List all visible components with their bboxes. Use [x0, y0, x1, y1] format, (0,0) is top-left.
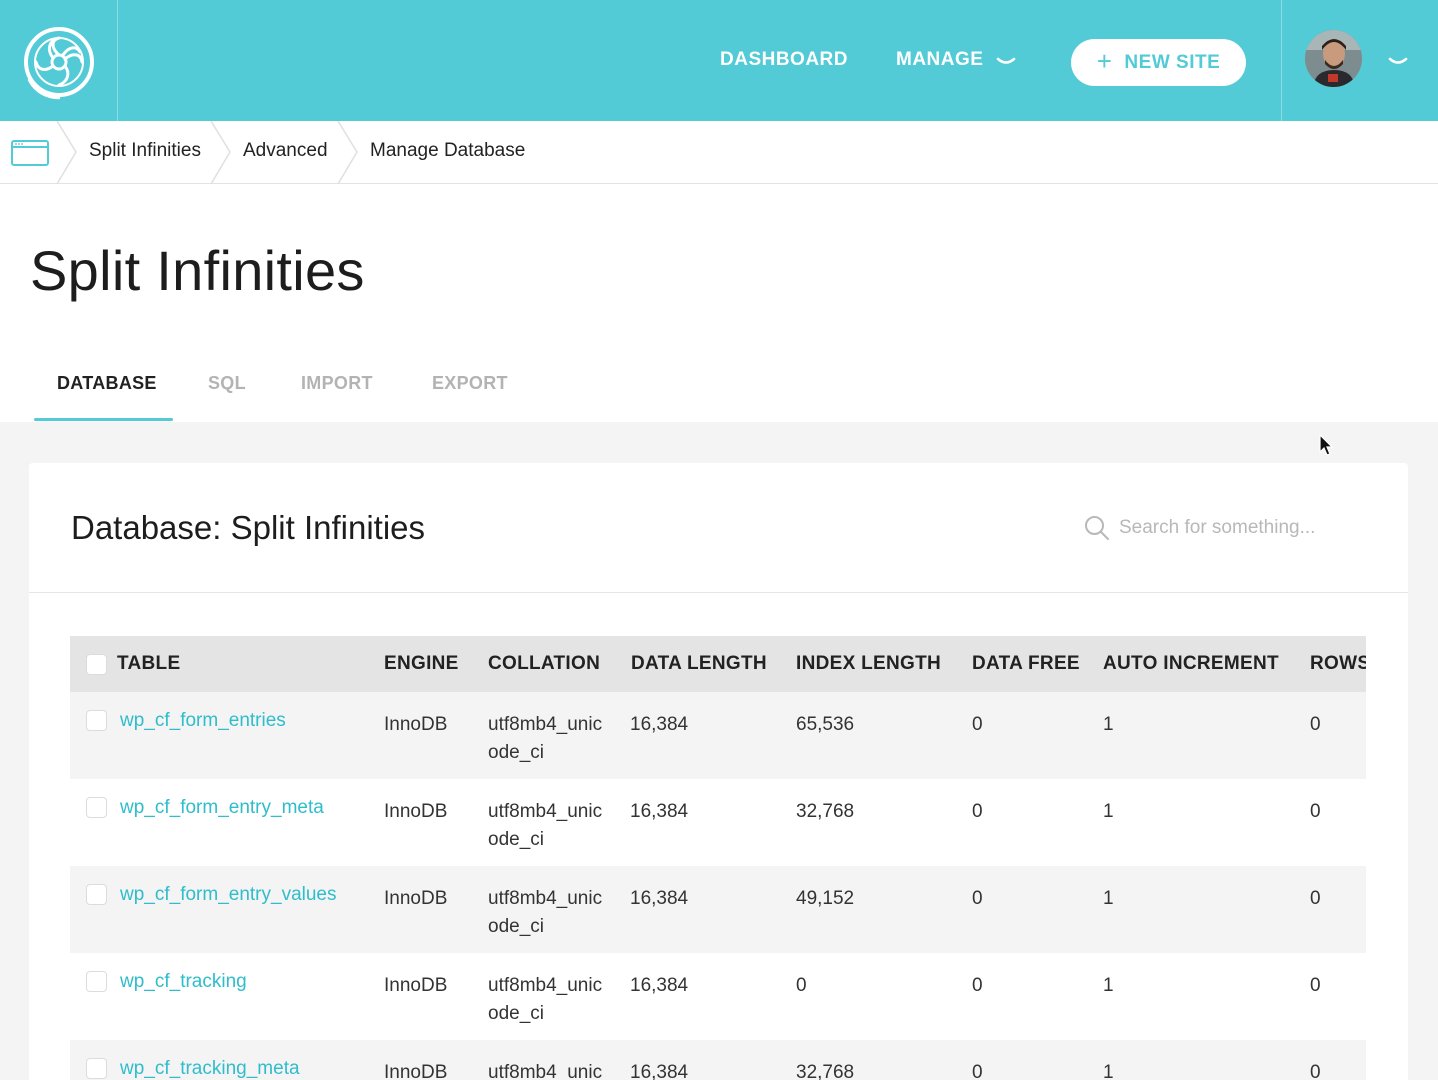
engine-cell: InnoDB: [384, 975, 448, 996]
column-header-index-length[interactable]: INDEX LENGTH: [796, 653, 941, 675]
data-length-cell: 16,384: [630, 714, 689, 735]
search-input[interactable]: [1119, 513, 1369, 543]
data-free-cell: 0: [972, 714, 983, 735]
rows-cell: 0: [1310, 801, 1321, 822]
table-name-link[interactable]: wp_cf_form_entries: [120, 707, 286, 735]
chevron-down-icon[interactable]: [1388, 57, 1408, 67]
database-table: TABLE ENGINE COLLATION DATA LENGTH INDEX…: [70, 636, 1366, 1080]
tab-export[interactable]: EXPORT: [432, 373, 508, 394]
table-name-link[interactable]: wp_cf_form_entry_meta: [120, 794, 324, 822]
auto-increment-cell: 1: [1103, 714, 1114, 735]
breadcrumb: Split Infinities Advanced Manage Databas…: [0, 121, 1438, 184]
rows-cell: 0: [1310, 888, 1321, 909]
row-checkbox[interactable]: [86, 971, 107, 992]
rows-cell: 0: [1310, 1062, 1321, 1080]
data-free-cell: 0: [972, 1062, 983, 1080]
rows-cell: 0: [1310, 714, 1321, 735]
mouse-cursor-icon: [1319, 434, 1334, 456]
breadcrumb-separator: [56, 121, 77, 184]
data-length-cell: 16,384: [630, 975, 689, 996]
table-row[interactable]: wp_cf_form_entry_values InnoDB utf8mb4_u…: [70, 866, 1366, 953]
auto-increment-cell: 1: [1103, 1062, 1114, 1080]
divider: [29, 592, 1408, 593]
row-checkbox[interactable]: [86, 710, 107, 731]
collation-cell: utf8mb4_unicode_ci: [488, 1062, 603, 1080]
tab-database[interactable]: DATABASE: [57, 373, 157, 394]
select-all-checkbox[interactable]: [86, 654, 107, 675]
avatar[interactable]: [1305, 30, 1362, 87]
auto-increment-cell: 1: [1103, 801, 1114, 822]
table-row[interactable]: wp_cf_form_entry_meta InnoDB utf8mb4_uni…: [70, 779, 1366, 866]
row-checkbox[interactable]: [86, 1058, 107, 1079]
collation-cell: utf8mb4_unicode_ci: [488, 975, 603, 1024]
tab-import[interactable]: IMPORT: [301, 373, 373, 394]
avatar-photo-icon: [1305, 30, 1362, 87]
logo[interactable]: [0, 0, 118, 121]
data-length-cell: 16,384: [630, 1062, 689, 1080]
table-name-link[interactable]: wp_cf_tracking_meta: [120, 1055, 300, 1080]
breadcrumb-separator: [210, 121, 231, 184]
engine-cell: InnoDB: [384, 1062, 448, 1080]
auto-increment-cell: 1: [1103, 888, 1114, 909]
browser-window-icon[interactable]: [11, 140, 49, 166]
tab-sql[interactable]: SQL: [208, 373, 246, 394]
column-header-auto-increment[interactable]: AUTO INCREMENT: [1103, 653, 1279, 675]
page-header: Split Infinities DATABASE SQL IMPORT EXP…: [0, 184, 1438, 422]
new-site-label: NEW SITE: [1124, 51, 1221, 73]
page-title: Split Infinities: [30, 239, 365, 302]
nav-dashboard[interactable]: DASHBOARD: [720, 49, 848, 71]
card-title: Database: Split Infinities: [71, 509, 426, 546]
user-menu[interactable]: [1281, 0, 1438, 121]
column-header-data-free[interactable]: DATA FREE: [972, 653, 1080, 675]
plus-icon: +: [1096, 46, 1113, 76]
column-header-collation[interactable]: COLLATION: [488, 653, 600, 675]
row-checkbox[interactable]: [86, 884, 107, 905]
index-length-cell: 0: [796, 975, 807, 996]
logo-icon: [24, 27, 94, 100]
top-navigation-bar: DASHBOARD MANAGE + NEW SITE: [0, 0, 1438, 121]
nav-manage[interactable]: MANAGE: [896, 49, 983, 71]
table-row[interactable]: wp_cf_form_entries InnoDB utf8mb4_unicod…: [70, 692, 1366, 779]
breadcrumb-item-advanced[interactable]: Advanced: [243, 140, 328, 162]
index-length-cell: 32,768: [796, 1062, 855, 1080]
table-name-link[interactable]: wp_cf_form_entry_values: [120, 881, 337, 909]
table-row[interactable]: wp_cf_tracking InnoDB utf8mb4_unicode_ci…: [70, 953, 1366, 1040]
new-site-button[interactable]: + NEW SITE: [1071, 39, 1246, 86]
index-length-cell: 32,768: [796, 801, 855, 822]
data-free-cell: 0: [972, 975, 983, 996]
collation-cell: utf8mb4_unicode_ci: [488, 888, 603, 937]
engine-cell: InnoDB: [384, 888, 448, 909]
table-name-link[interactable]: wp_cf_tracking: [120, 968, 247, 996]
index-length-cell: 49,152: [796, 888, 855, 909]
engine-cell: InnoDB: [384, 801, 448, 822]
row-checkbox[interactable]: [86, 797, 107, 818]
collation-cell: utf8mb4_unicode_ci: [488, 801, 603, 850]
search-icon: [1085, 516, 1109, 540]
table-row[interactable]: wp_cf_tracking_meta InnoDB utf8mb4_unico…: [70, 1040, 1366, 1080]
column-header-rows[interactable]: ROWS: [1310, 653, 1366, 675]
chevron-down-icon[interactable]: [996, 57, 1016, 67]
table-header: TABLE ENGINE COLLATION DATA LENGTH INDEX…: [70, 636, 1366, 692]
breadcrumb-item-manage-database: Manage Database: [370, 140, 526, 161]
column-header-engine[interactable]: ENGINE: [384, 653, 459, 675]
engine-cell: InnoDB: [384, 714, 448, 735]
auto-increment-cell: 1: [1103, 975, 1114, 996]
active-tab-indicator: [34, 418, 173, 421]
column-header-data-length[interactable]: DATA LENGTH: [631, 653, 767, 675]
breadcrumb-separator: [337, 121, 358, 184]
rows-cell: 0: [1310, 975, 1321, 996]
database-card: Database: Split Infinities TABLE ENGINE …: [29, 463, 1408, 1080]
data-free-cell: 0: [972, 801, 983, 822]
column-header-table[interactable]: TABLE: [117, 653, 180, 675]
collation-cell: utf8mb4_unicode_ci: [488, 714, 603, 763]
data-length-cell: 16,384: [630, 801, 689, 822]
breadcrumb-item-site[interactable]: Split Infinities: [89, 140, 201, 162]
data-free-cell: 0: [972, 888, 983, 909]
data-length-cell: 16,384: [630, 888, 689, 909]
index-length-cell: 65,536: [796, 714, 855, 735]
